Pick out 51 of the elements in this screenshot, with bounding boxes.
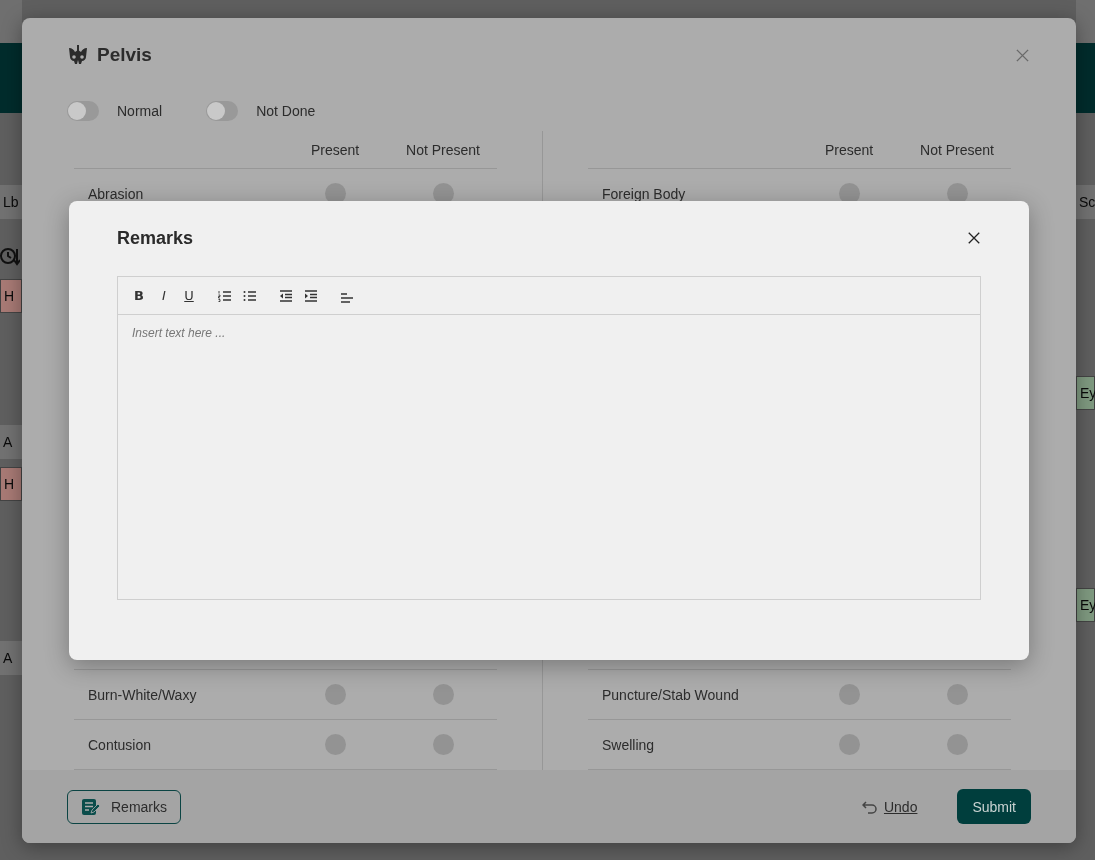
background-text: A xyxy=(0,641,22,675)
pelvis-icon xyxy=(67,44,89,66)
radio-button[interactable] xyxy=(946,734,968,755)
background-text: Lb xyxy=(0,185,22,219)
finding-label: Foreign Body xyxy=(601,185,687,202)
dialog-title: Remarks xyxy=(117,227,194,249)
history-icon xyxy=(0,245,20,267)
toolbar-button[interactable] xyxy=(303,287,319,304)
radio-button[interactable] xyxy=(432,734,454,755)
finding-label: Contusion xyxy=(87,736,153,753)
toolbar-button[interactable] xyxy=(278,287,294,304)
toggle-label: Normal xyxy=(117,103,163,119)
radio-button[interactable] xyxy=(324,684,346,705)
text-editor[interactable]: B I U Insert text here ... xyxy=(117,276,981,600)
radio-button[interactable] xyxy=(946,684,968,705)
top-bar xyxy=(0,0,22,43)
column-header: Not Present xyxy=(920,141,994,158)
finding-label: Burn-White/Waxy xyxy=(87,686,198,703)
format-button[interactable]: B xyxy=(131,286,147,305)
outdent-icon xyxy=(278,287,294,304)
submit-button[interactable]: Submit xyxy=(957,789,1031,824)
toggle-switch[interactable] xyxy=(206,101,239,121)
remarks-input[interactable]: Insert text here ... xyxy=(118,315,980,599)
note-edit-icon xyxy=(81,797,101,816)
radio-button[interactable] xyxy=(324,734,346,755)
column-header: Not Present xyxy=(406,141,480,158)
close-button[interactable] xyxy=(967,231,981,245)
background-tag: H xyxy=(0,279,22,313)
indent-icon xyxy=(303,287,319,304)
undo-icon xyxy=(861,799,878,814)
background-tag: H xyxy=(0,467,22,501)
top-bar xyxy=(1076,0,1095,43)
toggle-switch[interactable] xyxy=(67,101,99,121)
radio-button[interactable] xyxy=(838,734,860,755)
finding-label: Abrasion xyxy=(87,185,145,202)
remarks-button[interactable]: Remarks xyxy=(67,789,181,824)
dialog-title: Pelvis xyxy=(97,44,152,66)
undo-link[interactable]: Undo xyxy=(861,798,918,815)
finding-label: Swelling xyxy=(601,736,656,753)
background-text: A xyxy=(0,425,22,459)
radio-button[interactable] xyxy=(432,684,454,705)
format-button[interactable]: U xyxy=(181,286,197,305)
background-text: Sc xyxy=(1076,185,1095,219)
column-header: Present xyxy=(824,141,874,158)
header-bar xyxy=(1076,43,1095,113)
radio-button[interactable] xyxy=(838,684,860,705)
format-button[interactable]: I xyxy=(156,286,172,305)
column-header: Present xyxy=(310,141,360,158)
toggle-label: Not Done xyxy=(256,103,316,119)
header-bar xyxy=(0,43,22,113)
finding-label: Puncture/Stab Wound xyxy=(601,686,740,703)
